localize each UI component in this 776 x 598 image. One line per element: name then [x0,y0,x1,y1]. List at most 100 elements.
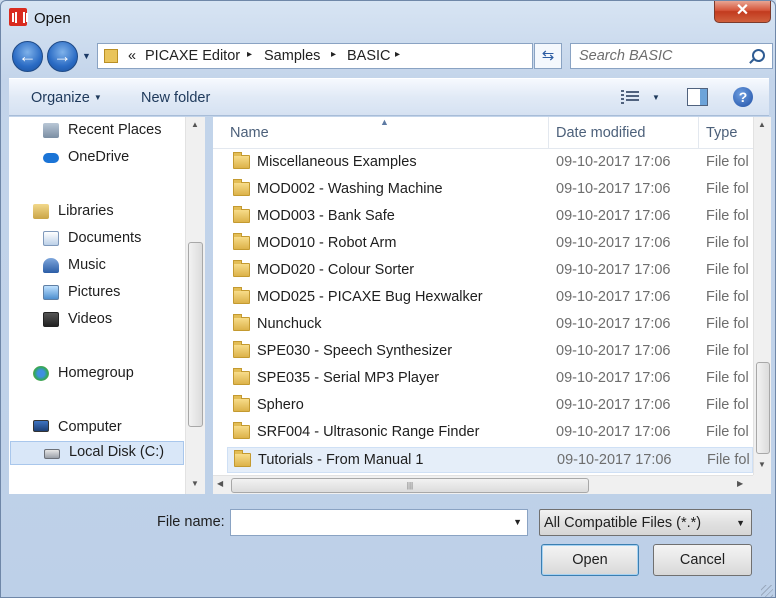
open-button[interactable]: Open [541,544,639,576]
folder-icon [233,206,250,223]
table-row[interactable]: SRF004 - Ultrasonic Range Finder 09-10-20… [227,420,753,446]
nav-item-label: Pictures [68,284,121,300]
file-name-cell: SPE030 - Speech Synthesizer [257,343,453,359]
scroll-down-arrow[interactable]: ▼ [191,479,199,488]
file-name-input[interactable]: ▼ [230,509,528,536]
resize-grip[interactable] [761,585,773,597]
folder-icon [233,179,250,196]
recent-locations-dropdown[interactable]: ▼ [82,51,92,61]
nav-item-local-disk[interactable]: Local Disk (C:) [10,441,184,465]
nav-item-videos[interactable]: Videos [9,308,185,332]
scroll-down-arrow[interactable]: ▼ [758,460,766,469]
scroll-right-arrow[interactable]: ▶ [737,479,743,488]
folder-icon [234,450,251,467]
column-name[interactable]: Name [230,125,269,141]
table-row[interactable]: MOD020 - Colour Sorter 09-10-2017 17:06 Fi… [227,258,753,284]
search-icon[interactable] [752,49,765,62]
search-box[interactable]: Search BASIC [570,43,773,69]
refresh-button[interactable]: ⇆ [534,43,562,69]
scrollbar-thumb[interactable] [756,362,770,454]
navigation-pane-scrollbar[interactable]: ▲ ▼ [185,117,205,494]
organize-button[interactable]: Organize ▼ [31,90,102,106]
chevron-down-icon[interactable]: ▼ [513,517,522,527]
type-cell: File fol [706,424,749,440]
scrollbar-thumb[interactable]: ||| [231,478,589,493]
nav-item-music[interactable]: Music [9,254,185,278]
table-row[interactable]: Nunchuck 09-10-2017 17:06 File fol [227,312,753,338]
new-folder-button[interactable]: New folder [141,90,210,106]
breadcrumb-basic[interactable]: BASIC [347,48,391,64]
search-input[interactable]: Search BASIC [579,48,673,64]
videos-icon [43,312,59,327]
organize-label: Organize [31,90,90,106]
folder-icon [233,395,250,412]
file-type-filter-select[interactable]: All Compatible Files (*.*) ▼ [539,509,752,536]
scrollbar-corner [753,475,771,494]
picaxe-app-icon [9,8,28,26]
chevron-down-icon: ▼ [93,93,102,102]
help-icon[interactable]: ? [733,87,753,107]
scroll-up-arrow[interactable]: ▲ [191,120,199,129]
nav-item-pictures[interactable]: Pictures [9,281,185,305]
nav-item-onedrive[interactable]: OneDrive [9,146,185,170]
file-list-horizontal-scrollbar[interactable]: ◀ ||| ▶ [213,475,753,494]
forward-button[interactable]: → [47,41,78,72]
music-icon [43,258,59,273]
table-row[interactable]: MOD002 - Washing Machine 09-10-2017 17:06… [227,177,753,203]
date-modified-cell: 09-10-2017 17:06 [557,452,672,468]
folder-icon [233,341,250,358]
cancel-button[interactable]: Cancel [653,544,752,576]
column-divider[interactable] [548,117,549,149]
breadcrumb-separator[interactable]: ▸ [331,49,336,60]
nav-item-label: Homegroup [58,365,134,381]
table-row[interactable]: Miscellaneous Examples 09-10-2017 17:06 Fi… [227,150,753,176]
close-button[interactable]: ✕ [714,1,771,23]
nav-item-label: Documents [68,230,142,246]
table-row[interactable]: MOD010 - Robot Arm 09-10-2017 17:06 File f… [227,231,753,257]
scroll-left-arrow[interactable]: ◀ [217,479,223,488]
file-list-vertical-scrollbar[interactable]: ▲ ▼ [753,117,771,475]
breadcrumb-samples[interactable]: Samples [264,48,320,64]
scroll-up-arrow[interactable]: ▲ [758,120,766,129]
table-row[interactable]: SPE035 - Serial MP3 Player 09-10-2017 17:… [227,366,753,392]
nav-item-label: Computer [58,419,122,435]
table-row[interactable]: Sphero 09-10-2017 17:06 File fol [227,393,753,419]
column-divider[interactable] [698,117,699,149]
nav-item-homegroup[interactable]: Homegroup [9,362,185,386]
type-cell: File fol [706,262,749,278]
file-name-cell: SRF004 - Ultrasonic Range Finder [257,424,480,440]
address-bar[interactable]: « PICAXE Editor ▸ Samples ▸ BASIC ▸ [97,43,533,69]
column-type[interactable]: Type [706,125,737,141]
date-modified-cell: 09-10-2017 17:06 [556,181,671,197]
date-modified-cell: 09-10-2017 17:06 [556,262,671,278]
type-cell: File fol [706,343,749,359]
nav-item-label: Music [68,257,106,273]
back-button[interactable]: ← [12,41,43,72]
preview-pane-icon[interactable] [687,88,708,106]
breadcrumb-separator[interactable]: ▸ [247,49,252,60]
view-options-dropdown[interactable]: ▼ [652,93,660,102]
sort-ascending-icon: ▲ [380,117,389,127]
column-date-modified[interactable]: Date modified [556,125,645,141]
navigation-pane: Recent Places OneDrive Libraries Documen… [9,117,205,494]
folder-icon [233,422,250,439]
table-row[interactable]: Tutorials - From Manual 1 09-10-2017 17:0… [227,447,753,473]
breadcrumb-separator[interactable]: ▸ [395,49,400,60]
breadcrumb-overflow[interactable]: « [128,48,136,64]
nav-item-documents[interactable]: Documents [9,227,185,251]
table-row[interactable]: MOD003 - Bank Safe 09-10-2017 17:06 File f… [227,204,753,230]
breadcrumb-picaxe-editor[interactable]: PICAXE Editor [145,48,240,64]
file-list: ▲ Name Date modified Type Miscellaneous … [213,117,753,475]
folder-icon [233,152,250,169]
change-view-icon[interactable] [621,89,639,105]
nav-item-label: Libraries [58,203,114,219]
nav-item-libraries[interactable]: Libraries [9,200,185,224]
table-row[interactable]: MOD025 - PICAXE Bug Hexwalker 09-10-2017 … [227,285,753,311]
title-bar[interactable]: Open ✕ [1,1,775,35]
table-row[interactable]: SPE030 - Speech Synthesizer 09-10-2017 17… [227,339,753,365]
onedrive-icon [43,153,59,163]
nav-item-computer[interactable]: Computer [9,416,185,440]
nav-item-recent-places[interactable]: Recent Places [9,119,185,143]
scrollbar-thumb[interactable] [188,242,203,427]
recent-places-icon [43,123,59,138]
